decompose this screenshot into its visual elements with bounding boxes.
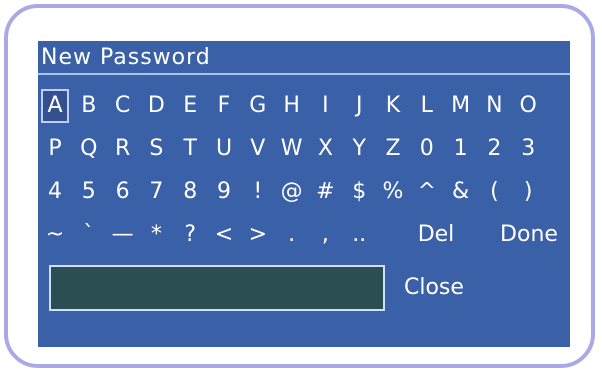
key-selected[interactable]: A [41,89,69,123]
key-2-6[interactable]: ! [244,175,272,209]
key-0-11[interactable]: L [413,89,441,123]
key-3-6[interactable]: > [244,218,272,252]
key-2-2[interactable]: 6 [109,175,137,209]
key-row-1: ABCDEFGHIJKLMNO [41,89,569,123]
key-1-2[interactable]: R [109,132,137,166]
password-input[interactable] [49,265,385,311]
key-2-9[interactable]: $ [345,175,373,209]
key-0-14[interactable]: O [514,89,542,123]
key-1-8[interactable]: X [311,132,339,166]
key-2-3[interactable]: 7 [142,175,170,209]
key-2-4[interactable]: 8 [176,175,204,209]
key-1-6[interactable]: V [244,132,272,166]
key-2-1[interactable]: 5 [75,175,103,209]
key-1-1[interactable]: Q [75,132,103,166]
del-key[interactable]: Del [412,218,460,252]
key-0-4[interactable]: E [176,89,204,123]
title-bar: New Password [38,41,570,75]
key-0-9[interactable]: J [345,89,373,123]
key-0-12[interactable]: M [447,89,475,123]
key-2-0[interactable]: 4 [41,175,69,209]
key-0-3[interactable]: D [142,89,170,123]
key-3-4[interactable]: ? [176,218,204,252]
key-1-10[interactable]: Z [379,132,407,166]
key-1-9[interactable]: Y [345,132,373,166]
key-2-5[interactable]: 9 [210,175,238,209]
key-1-0[interactable]: P [41,132,69,166]
key-1-13[interactable]: 2 [480,132,508,166]
key-2-12[interactable]: & [447,175,475,209]
key-3-8[interactable]: , [311,218,339,252]
key-2-14[interactable]: ) [514,175,542,209]
key-1-7[interactable]: W [278,132,306,166]
key-0-10[interactable]: K [379,89,407,123]
dialog-title: New Password [41,45,211,70]
key-3-3[interactable]: * [142,218,170,252]
key-3-2[interactable]: — [109,218,137,252]
key-row-3: 4 5 6 7 8 9! @ # $% ^ &() [41,175,569,209]
key-row-4: Del Done ~ ` — *? < >.,.. [41,218,569,252]
key-3-0[interactable]: ~ [41,218,69,252]
key-1-5[interactable]: U [210,132,238,166]
key-row-2: PQRSTUVWXYZ0123 [41,132,569,166]
key-0-8[interactable]: I [311,89,339,123]
key-0-2[interactable]: C [109,89,137,123]
key-1-14[interactable]: 3 [514,132,542,166]
key-1-4[interactable]: T [176,132,204,166]
key-1-12[interactable]: 1 [447,132,475,166]
key-0-6[interactable]: G [244,89,272,123]
key-1-11[interactable]: 0 [413,132,441,166]
key-2-10[interactable]: % [379,175,407,209]
key-0-13[interactable]: N [480,89,508,123]
key-1-3[interactable]: S [142,132,170,166]
key-0-1[interactable]: B [75,89,103,123]
done-key[interactable]: Done [492,218,566,252]
password-keyboard-panel: New Password ABCDEFGHIJKLMNO PQRSTUVWXYZ… [38,41,570,347]
key-2-11[interactable]: ^ [413,175,441,209]
key-2-13[interactable]: ( [480,175,508,209]
key-0-7[interactable]: H [278,89,306,123]
key-3-5[interactable]: < [210,218,238,252]
key-2-7[interactable]: @ [278,175,306,209]
key-2-8[interactable]: # [311,175,339,209]
close-button[interactable]: Close [404,273,464,303]
key-0-5[interactable]: F [210,89,238,123]
key-3-7[interactable]: . [278,218,306,252]
key-3-9[interactable]: .. [345,218,373,252]
key-3-1[interactable]: ` [75,218,103,252]
